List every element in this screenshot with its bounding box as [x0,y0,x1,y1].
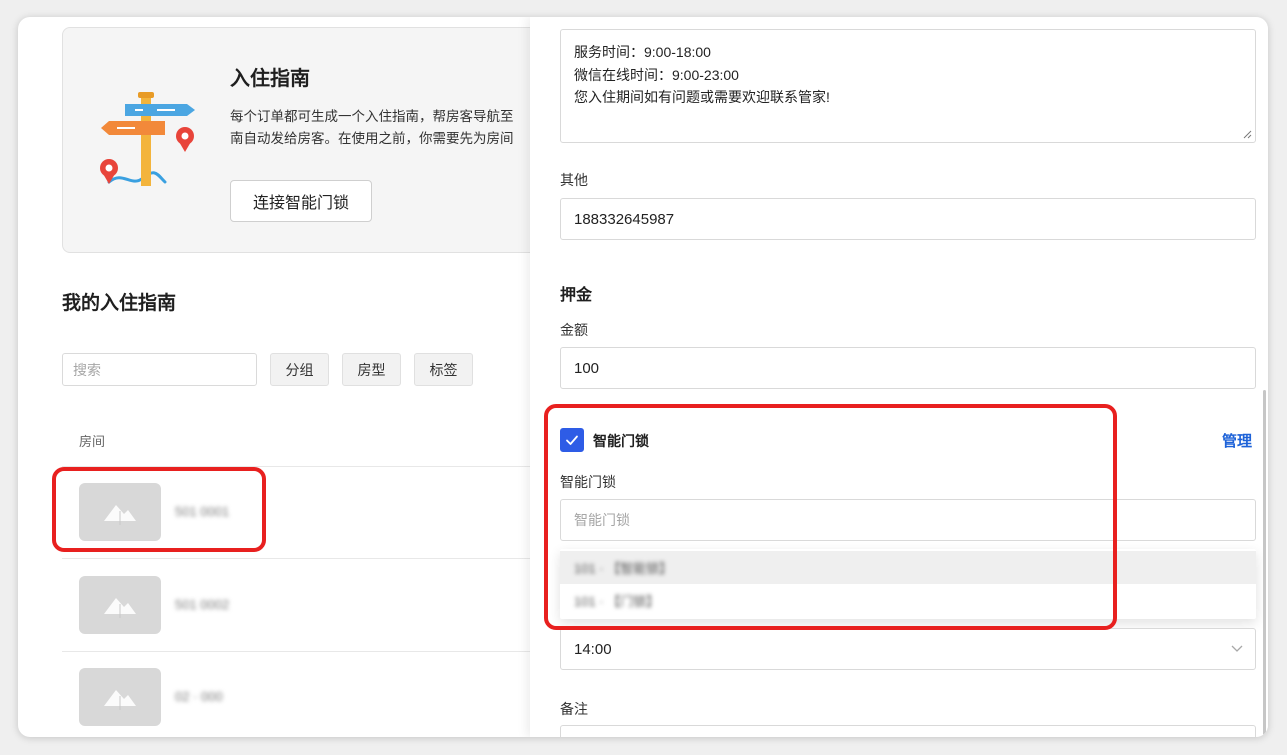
image-placeholder-icon [104,690,136,710]
filter-tag-button[interactable]: 标签 [414,353,473,386]
other-label: 其他 [560,172,588,188]
app-window: 入住指南 每个订单都可生成一个入住指南，帮房客导航至 南自动发给房客。在使用之前… [18,17,1268,737]
smart-lock-checkbox[interactable] [560,428,584,452]
table-divider [62,466,532,467]
chevron-down-icon [1231,645,1243,652]
my-guides-title: 我的入住指南 [62,293,177,314]
checkmark-icon [566,435,578,445]
connect-smart-lock-button[interactable]: 连接智能门锁 [230,180,372,222]
guide-description-line-1: 每个订单都可生成一个入住指南，帮房客导航至 [230,109,514,124]
room-name[interactable]: 501 0001 [175,504,229,519]
remarks-label: 备注 [560,701,588,717]
table-divider [62,558,532,559]
image-placeholder-icon [104,598,136,618]
resize-handle-icon[interactable] [1242,129,1252,139]
smart-lock-select-placeholder: 智能门锁 [574,512,630,528]
image-placeholder-icon [104,505,136,525]
smart-lock-option[interactable]: 101 · 【智能锁】 [560,551,1256,584]
deposit-section-title: 押金 [560,287,593,304]
smart-lock-option-label: 101 · 【门锁】 [574,594,660,609]
deposit-amount-label: 金额 [560,322,588,338]
checkin-time-value: 14:00 [574,640,612,658]
contact-line-1: 服务时间：9:00-18:00 [574,44,711,60]
column-header-room: 房间 [79,434,106,449]
guide-title: 入住指南 [230,68,310,90]
smart-lock-field-label: 智能门锁 [560,474,616,490]
contact-line-3: 您入住期间如有问题或需要欢迎联系管家! [574,89,830,105]
checkin-time-select[interactable]: 14:00 [560,628,1256,670]
contact-line-2: 微信在线时间：9:00-23:00 [574,66,739,83]
smart-lock-option[interactable]: 101 · 【门锁】 [560,584,1256,617]
search-input[interactable] [62,353,257,386]
remarks-input[interactable] [560,725,1256,737]
room-thumbnail[interactable] [79,576,161,634]
filter-group-button[interactable]: 分组 [270,353,329,386]
room-name[interactable]: 501 0002 [175,597,229,612]
contact-info-textarea[interactable]: 服务时间：9:00-18:00 微信在线时间：9:00-23:00 您入住期间如… [560,29,1256,143]
smart-lock-select[interactable]: 智能门锁 [560,499,1256,541]
drawer-scrollbar[interactable] [1263,390,1266,735]
smart-lock-dropdown: 101 · 【智能锁】 101 · 【门锁】 [560,549,1256,619]
room-name[interactable]: 02 · 000 [175,689,223,704]
signpost-icon [100,92,195,186]
room-thumbnail[interactable] [79,483,161,541]
room-thumbnail[interactable] [79,668,161,726]
guide-description-line-2: 南自动发给房客。在使用之前，你需要先为房间 [230,131,514,146]
other-input[interactable] [560,198,1256,240]
deposit-amount-input[interactable] [560,347,1256,389]
smart-lock-option-label: 101 · 【智能锁】 [574,561,673,576]
smart-lock-checkbox-label[interactable]: 智能门锁 [593,431,649,451]
guide-edit-drawer: 服务时间：9:00-18:00 微信在线时间：9:00-23:00 您入住期间如… [530,17,1268,737]
manage-smart-lock-link[interactable]: 管理 [1222,430,1252,451]
table-divider [62,651,532,652]
filter-room-type-button[interactable]: 房型 [342,353,401,386]
